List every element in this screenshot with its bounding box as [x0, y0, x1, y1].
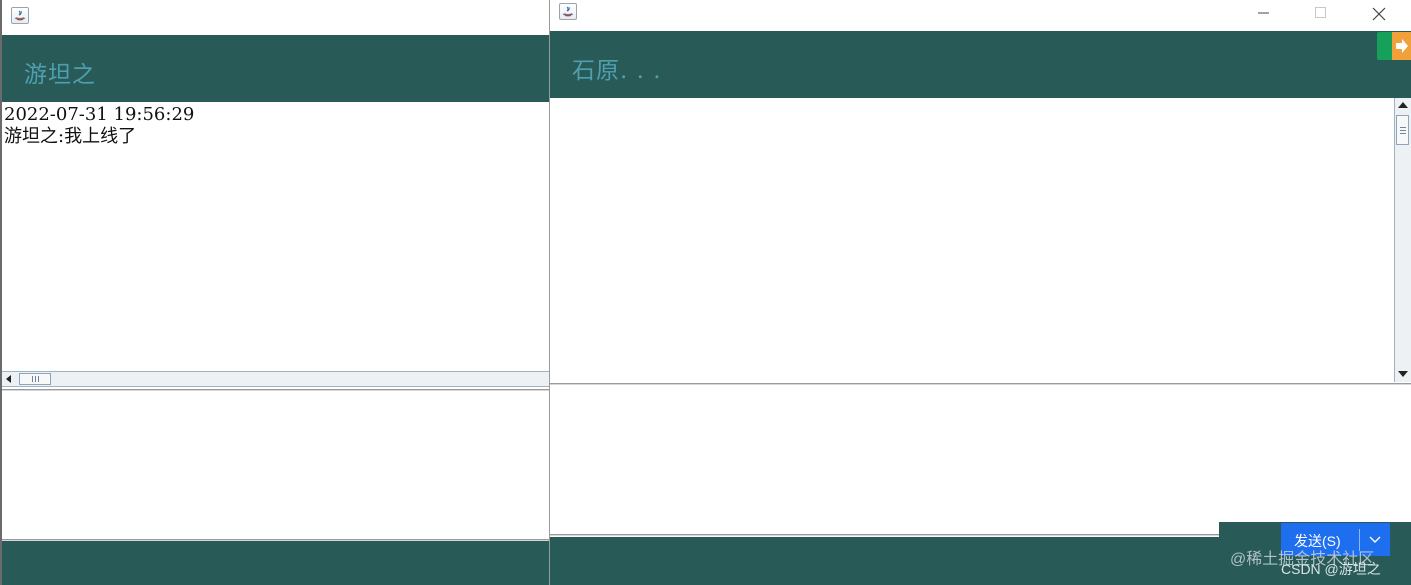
grip-line — [1400, 127, 1406, 128]
chat-timestamp: 2022-07-31 19:56:29 — [4, 104, 195, 125]
left-horizontal-scrollbar[interactable] — [2, 371, 550, 387]
right-vertical-scrollbar[interactable] — [1394, 98, 1411, 382]
maximize-icon — [1315, 7, 1326, 18]
scroll-thumb[interactable] — [19, 373, 51, 385]
right-chat-window: 石原. . . 发送(S) — [549, 0, 1411, 585]
right-chat-history[interactable] — [550, 98, 1394, 380]
green-tab[interactable] — [1377, 32, 1392, 60]
left-chat-window: 游坦之 2022-07-31 19:56:29 游坦之:我上线了 — [0, 0, 550, 585]
contact-name-title: 石原. . . — [572, 58, 662, 84]
left-message-input[interactable] — [2, 391, 550, 539]
right-header-band: 石原. . . — [550, 31, 1411, 98]
watermark-csdn: CSDN @游坦之 — [1281, 561, 1381, 577]
right-message-input[interactable] — [550, 388, 1411, 534]
arrow-right-icon — [1396, 39, 1408, 53]
close-icon — [1372, 7, 1386, 21]
grip-line — [38, 376, 39, 382]
grip-line — [1400, 133, 1406, 134]
grip-line — [1400, 130, 1406, 131]
left-chat-history[interactable]: 2022-07-31 19:56:29 游坦之:我上线了 — [2, 102, 550, 371]
contact-name-title: 游坦之 — [24, 62, 96, 88]
chevron-down-icon — [1369, 536, 1381, 543]
minimize-button[interactable] — [1241, 2, 1285, 24]
scroll-thumb[interactable] — [1396, 115, 1409, 145]
scroll-left-arrow-icon[interactable] — [6, 375, 11, 383]
left-header-band: 游坦之 — [2, 35, 550, 102]
left-title-bar[interactable] — [2, 0, 550, 35]
orange-tab[interactable] — [1392, 32, 1411, 60]
chat-message: 游坦之:我上线了 — [4, 126, 137, 147]
minimize-icon — [1258, 12, 1269, 14]
maximize-button[interactable] — [1298, 2, 1342, 24]
left-footer-band — [2, 541, 550, 585]
grip-line — [32, 376, 33, 382]
right-title-bar[interactable] — [550, 0, 1411, 31]
side-tab-widget[interactable] — [1377, 32, 1411, 60]
java-app-icon[interactable] — [559, 3, 577, 20]
scroll-up-arrow-icon[interactable] — [1398, 102, 1408, 108]
scroll-down-arrow-icon[interactable] — [1398, 371, 1408, 377]
close-button[interactable] — [1355, 2, 1399, 24]
java-app-icon[interactable] — [11, 7, 29, 24]
grip-line — [35, 376, 36, 382]
right-split-divider[interactable] — [550, 383, 1411, 385]
